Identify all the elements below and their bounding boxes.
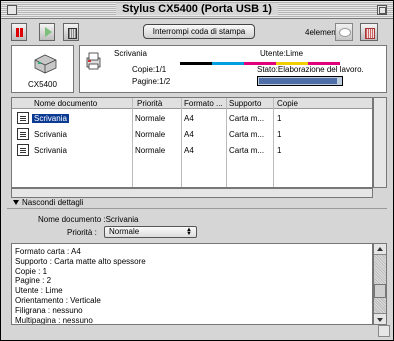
printer-panel: CX5400 (11, 45, 74, 93)
row-copies: 1 (277, 114, 282, 123)
window-title: Stylus CX5400 (Porta USB 1) (116, 3, 278, 15)
row-media: Carta m... (229, 130, 265, 139)
title-bar[interactable]: Stylus CX5400 (Porta USB 1) (1, 1, 393, 19)
info-line: Copie : 1 (15, 266, 48, 276)
info-line: Multipagina : nessuno (15, 315, 93, 325)
info-line: Filigrana : nessuno (15, 305, 83, 315)
job-state: Stato:Elaborazione del lavoro. (257, 65, 364, 74)
info-line: Orientamento : Verticale (15, 296, 101, 305)
job-progress-bar (257, 76, 343, 86)
current-job-panel: Scrivania Copie:1/1 Pagine:1/2 Utente:Li… (79, 45, 387, 93)
document-icon (86, 52, 101, 70)
info-vertical-scrollbar[interactable] (373, 243, 387, 325)
column-header-format[interactable]: Formato ... (184, 99, 223, 108)
row-priority: Normale (135, 130, 166, 139)
row-name: Scrivania (32, 114, 69, 123)
row-copies: 1 (277, 130, 282, 139)
table-row[interactable]: Scrivania Normale A4 Carta m... 1 (12, 127, 372, 142)
resize-grip[interactable] (378, 325, 390, 337)
row-format: A4 (184, 114, 194, 123)
info-line: Utente : Lime (15, 286, 63, 296)
divider (7, 208, 387, 209)
document-icon (17, 144, 29, 156)
hide-details-toggle[interactable]: Nascondi dettagli (13, 198, 83, 207)
row-copies: 1 (277, 146, 282, 155)
table-row[interactable]: Scrivania Normale A4 Carta m... 1 (12, 111, 372, 126)
print-queue-window: Stylus CX5400 (Porta USB 1) Interrompi c… (0, 0, 394, 341)
row-name: Scrivania (34, 146, 67, 155)
document-icon (17, 128, 29, 140)
ink-color-segment (180, 62, 212, 65)
row-name: Scrivania (34, 130, 67, 139)
column-header-copies[interactable]: Copie (277, 99, 298, 108)
job-user: Utente:Lime (260, 49, 304, 58)
printer-name: CX5400 (28, 80, 57, 89)
row-media: Carta m... (229, 146, 265, 155)
column-header-media[interactable]: Supporto (229, 99, 261, 108)
table-horizontal-scrollbar[interactable] (11, 188, 373, 198)
info-line: Pagine : 2 (15, 276, 52, 286)
pause-button[interactable] (11, 23, 27, 41)
info-line: Supporto : Carta matte alto spessore (15, 256, 146, 266)
resume-button[interactable] (39, 23, 55, 41)
scroll-thumb[interactable] (374, 284, 386, 298)
select-arrows-icon: ▲ ▼ (186, 227, 192, 237)
scroll-down-arrow[interactable] (374, 313, 386, 324)
delete-job-button[interactable] (63, 23, 79, 41)
scroll-up-arrow[interactable] (374, 244, 386, 255)
priority-select[interactable]: Normale ▲ ▼ (104, 226, 197, 238)
row-format: A4 (184, 146, 194, 155)
hide-details-label: Nascondi dettagli (22, 198, 84, 207)
job-copies: Copie:1/1 (132, 65, 167, 74)
printer-icon (34, 54, 57, 74)
stop-queue-button[interactable]: Interrompi coda di stampa (143, 24, 255, 39)
priority-select-value: Normale (109, 227, 140, 236)
disclosure-triangle-icon (13, 200, 19, 206)
priority-label: Priorità : (67, 228, 97, 237)
ink-color-segment (212, 62, 244, 65)
job-table: Nome documento Priorità Formato ... Supp… (11, 97, 373, 188)
table-vertical-scrollbar[interactable] (373, 97, 387, 188)
column-header-priority[interactable]: Priorità (137, 99, 162, 108)
job-progress-fill (259, 78, 337, 84)
table-row[interactable]: Scrivania Normale A4 Carta m... 1 (12, 143, 372, 158)
job-pages: Pagine:1/2 (132, 77, 171, 86)
trash-icon[interactable] (360, 23, 378, 41)
zoom-box[interactable] (377, 5, 387, 15)
row-format: A4 (184, 130, 194, 139)
info-line: Formato carta : A4 (15, 247, 81, 256)
message-icon[interactable] (335, 23, 353, 41)
column-header-name[interactable]: Nome documento (34, 99, 97, 108)
row-priority: Normale (135, 146, 166, 155)
detail-document-name: Nome documento :Scrivania (38, 215, 139, 224)
table-header: Nome documento Priorità Formato ... Supp… (12, 98, 372, 109)
document-icon (17, 112, 29, 124)
row-media: Carta m... (229, 114, 265, 123)
job-document-name: Scrivania (114, 49, 147, 58)
job-info-box: Formato carta : A4 Supporto : Carta matte… (11, 243, 373, 325)
row-priority: Normale (135, 114, 166, 123)
